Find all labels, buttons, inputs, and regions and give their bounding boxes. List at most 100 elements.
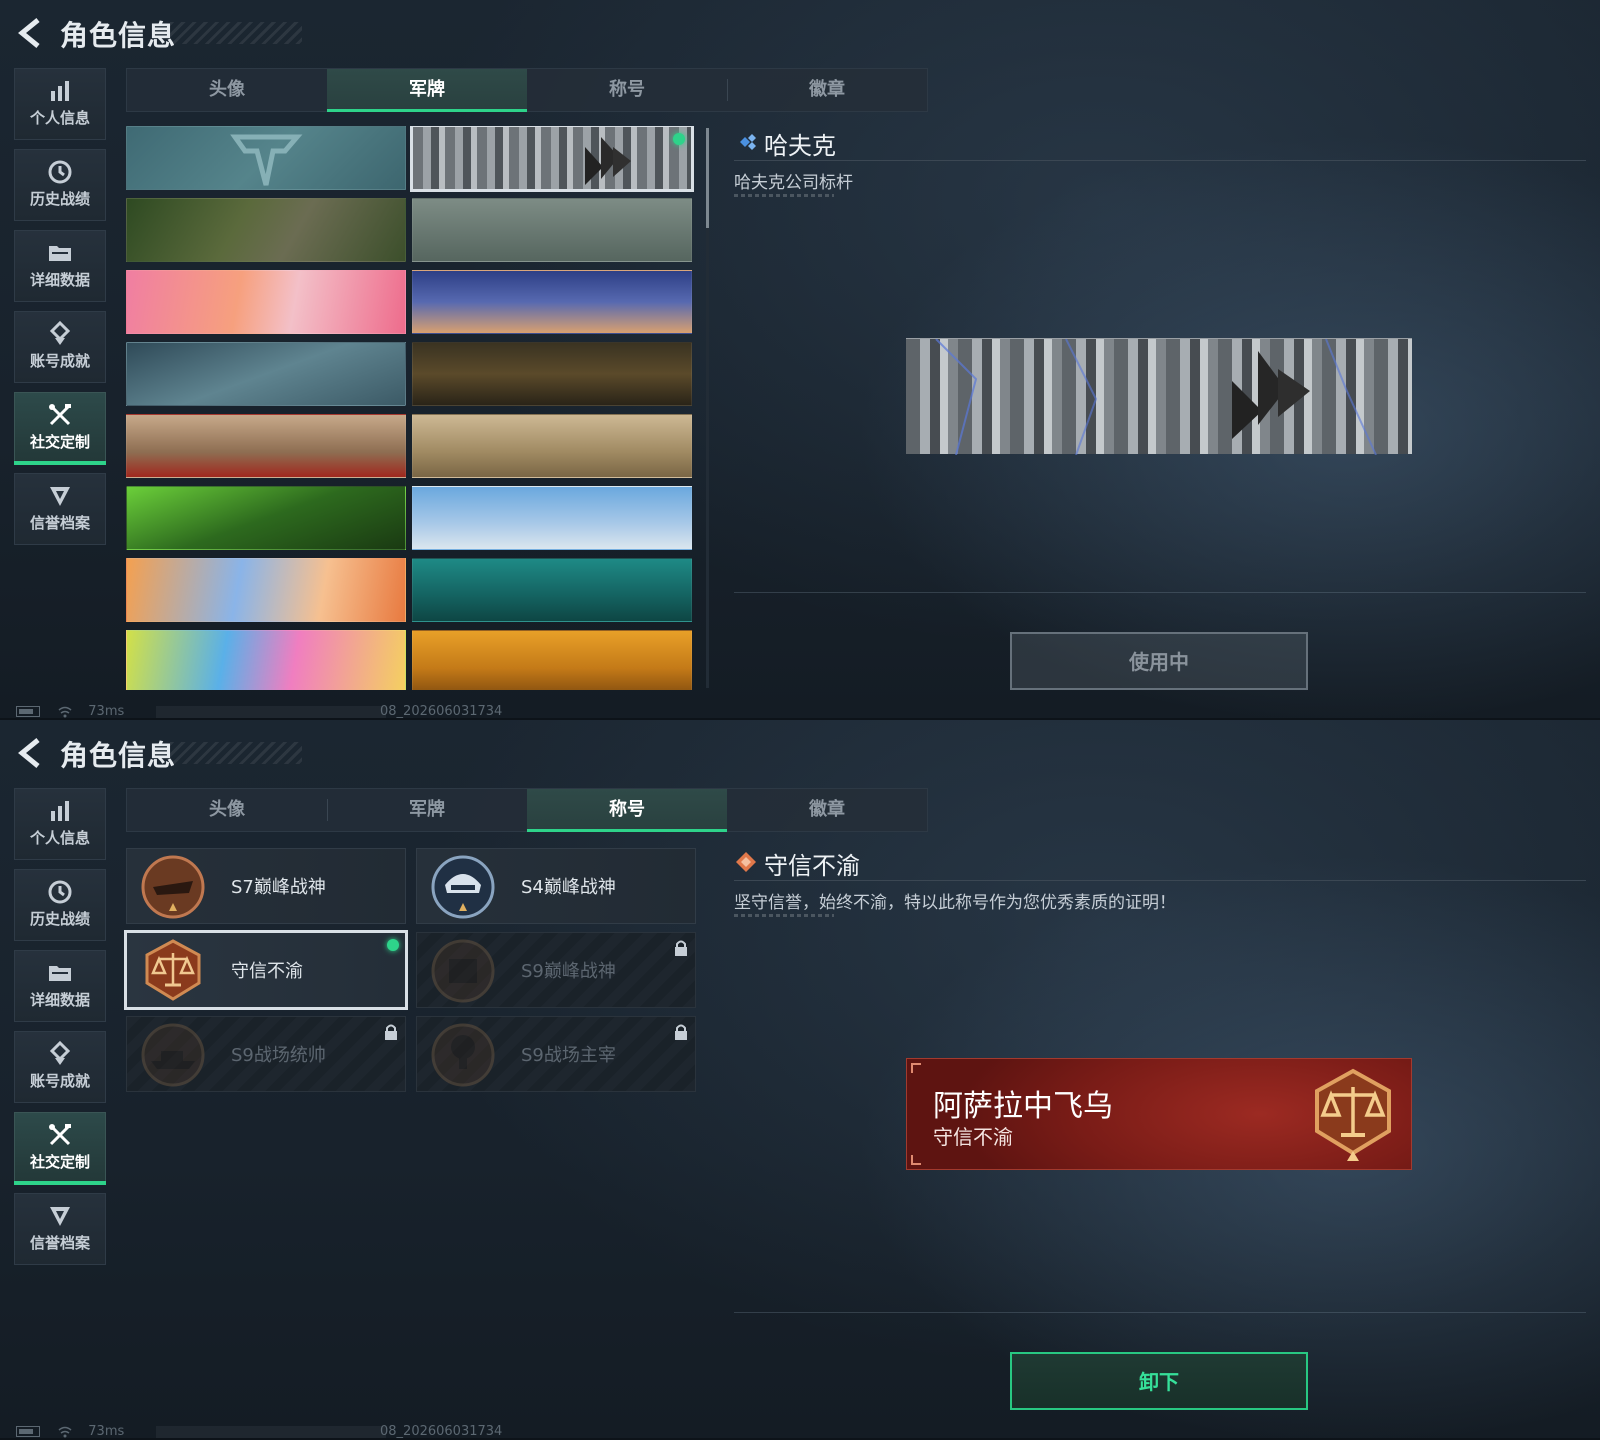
scroll-thumb[interactable] <box>706 128 709 228</box>
title-card-locked[interactable]: S9巅峰战神 <box>416 932 696 1008</box>
corner-mark <box>911 1155 921 1165</box>
scales-emblem-icon <box>1315 1068 1391 1161</box>
tab-badge[interactable]: 徽章 <box>727 69 927 111</box>
dogtag-item[interactable] <box>126 486 406 550</box>
lock-icon <box>675 1024 687 1040</box>
in-use-button[interactable]: 使用中 <box>1010 632 1308 690</box>
sidebar-item-label: 信誉档案 <box>29 1234 90 1252</box>
status-redacted <box>156 1426 386 1438</box>
sidebar-item-details[interactable]: 详细数据 <box>14 230 106 302</box>
sidebar-item-profile[interactable]: 个人信息 <box>14 68 106 140</box>
title-card-locked[interactable]: S9战场统帅 <box>126 1016 406 1092</box>
sidebar: 个人信息 历史战绩 详细数据 账号成就 社交定制 信誉档案 <box>14 788 106 1274</box>
dogtag-item[interactable] <box>126 126 406 190</box>
equipped-indicator <box>673 133 685 145</box>
sidebar-item-label: 信誉档案 <box>29 514 90 532</box>
dogtag-item[interactable] <box>126 270 406 334</box>
folder-icon <box>49 246 71 261</box>
medal-icon <box>49 1040 71 1065</box>
dogtag-item[interactable] <box>126 558 406 622</box>
title-name: S9战场统帅 <box>231 1045 326 1066</box>
shield-icon <box>50 487 70 506</box>
page-title: 角色信息 <box>60 739 177 772</box>
tab-badge[interactable]: 徽章 <box>727 789 927 831</box>
title-decoration <box>170 742 302 764</box>
nameplate-preview: 阿萨拉中飞乌 守信不渝 <box>906 1058 1412 1170</box>
frame-line <box>734 592 1586 593</box>
dogtag-grid <box>126 126 710 690</box>
back-button[interactable] <box>16 16 44 50</box>
warship-emblem-icon <box>141 1023 205 1087</box>
dogtag-item[interactable] <box>412 486 692 550</box>
tab-title[interactable]: 称号 <box>527 789 727 832</box>
title-card-locked[interactable]: S9战场主宰 <box>416 1016 696 1092</box>
tab-bar: 头像 军牌 称号 徽章 <box>126 788 928 832</box>
decorative-dots <box>734 914 834 917</box>
tab-title[interactable]: 称号 <box>527 69 727 111</box>
dogtag-item[interactable] <box>412 342 692 406</box>
sidebar-item-social[interactable]: 社交定制 <box>14 392 106 465</box>
sidebar-item-history[interactable]: 历史战绩 <box>14 869 106 941</box>
dogtag-item[interactable] <box>126 630 406 690</box>
shield-icon <box>50 1207 70 1226</box>
player-title: 守信不渝 <box>933 1125 1013 1149</box>
title-card[interactable]: S4巅峰战神 <box>416 848 696 924</box>
chevron-left-icon <box>18 18 40 48</box>
build-id: 08_202606031734 <box>380 704 503 719</box>
sidebar-item-label: 历史战绩 <box>29 190 90 208</box>
status-bar: 73ms 08_202606031734 <box>16 1424 502 1439</box>
explosion-emblem-icon <box>431 1023 495 1087</box>
status-bar: 73ms 08_202606031734 <box>16 704 502 719</box>
title-card[interactable]: S7巅峰战神 <box>126 848 406 924</box>
item-description: 坚守信誉，始终不渝，特以此称号作为您优秀素质的证明！ <box>734 893 1176 913</box>
chevron-left-icon <box>18 738 40 768</box>
clock-icon <box>48 880 72 904</box>
scrollbar[interactable] <box>706 128 709 688</box>
divider <box>734 160 1586 161</box>
tab-avatar[interactable]: 头像 <box>127 789 327 831</box>
dogtag-item[interactable] <box>412 630 692 690</box>
dogtag-item[interactable] <box>126 342 406 406</box>
sidebar-item-label: 社交定制 <box>29 1153 90 1171</box>
tab-dogtag[interactable]: 军牌 <box>327 789 527 831</box>
item-name: 守信不渝 <box>764 852 860 880</box>
tools-icon <box>49 404 71 426</box>
sidebar-item-reputation[interactable]: 信誉档案 <box>14 473 106 545</box>
haavk-logo-icon <box>935 338 1377 456</box>
s9-emblem-icon <box>431 939 495 1003</box>
sidebar-item-achievements[interactable]: 账号成就 <box>14 1031 106 1103</box>
dogtag-item[interactable] <box>412 270 692 334</box>
title-card-selected[interactable]: 守信不渝 <box>124 930 408 1010</box>
sidebar-item-details[interactable]: 详细数据 <box>14 950 106 1022</box>
diamond-rarity-icon <box>736 852 756 872</box>
wifi-icon <box>58 706 72 717</box>
panel-dogtags: 角色信息 个人信息 历史战绩 详细数据 账号成就 社交定制 信誉档案 头像 军牌 <box>0 0 1600 720</box>
unequip-button[interactable]: 卸下 <box>1010 1352 1308 1410</box>
status-redacted <box>156 706 386 718</box>
dogtag-item-selected[interactable] <box>410 126 694 192</box>
build-id: 08_202606031734 <box>380 1424 503 1439</box>
dogtag-item[interactable] <box>126 414 406 478</box>
sidebar-item-achievements[interactable]: 账号成就 <box>14 311 106 383</box>
dogtag-item[interactable] <box>412 558 692 622</box>
s7-emblem-icon <box>141 855 205 919</box>
back-button[interactable] <box>16 736 44 770</box>
page-title: 角色信息 <box>60 19 177 52</box>
sidebar-item-history[interactable]: 历史战绩 <box>14 149 106 221</box>
title-name: S9巅峰战神 <box>521 961 616 982</box>
sidebar-item-label: 详细数据 <box>29 271 90 289</box>
dogtag-item[interactable] <box>412 414 692 478</box>
dogtag-item[interactable] <box>126 198 406 262</box>
haavk-logo-icon <box>585 137 631 185</box>
sidebar-item-reputation[interactable]: 信誉档案 <box>14 1193 106 1265</box>
wifi-icon <box>58 1426 72 1437</box>
tab-avatar[interactable]: 头像 <box>127 69 327 111</box>
sidebar-item-profile[interactable]: 个人信息 <box>14 788 106 860</box>
tab-dogtag[interactable]: 军牌 <box>327 69 527 112</box>
scales-emblem-icon <box>145 939 201 1001</box>
sidebar-item-social[interactable]: 社交定制 <box>14 1112 106 1185</box>
divider <box>734 880 1586 881</box>
dogtag-item[interactable] <box>412 198 692 262</box>
sidebar-item-label: 历史战绩 <box>29 910 90 928</box>
medal-icon <box>49 320 71 345</box>
